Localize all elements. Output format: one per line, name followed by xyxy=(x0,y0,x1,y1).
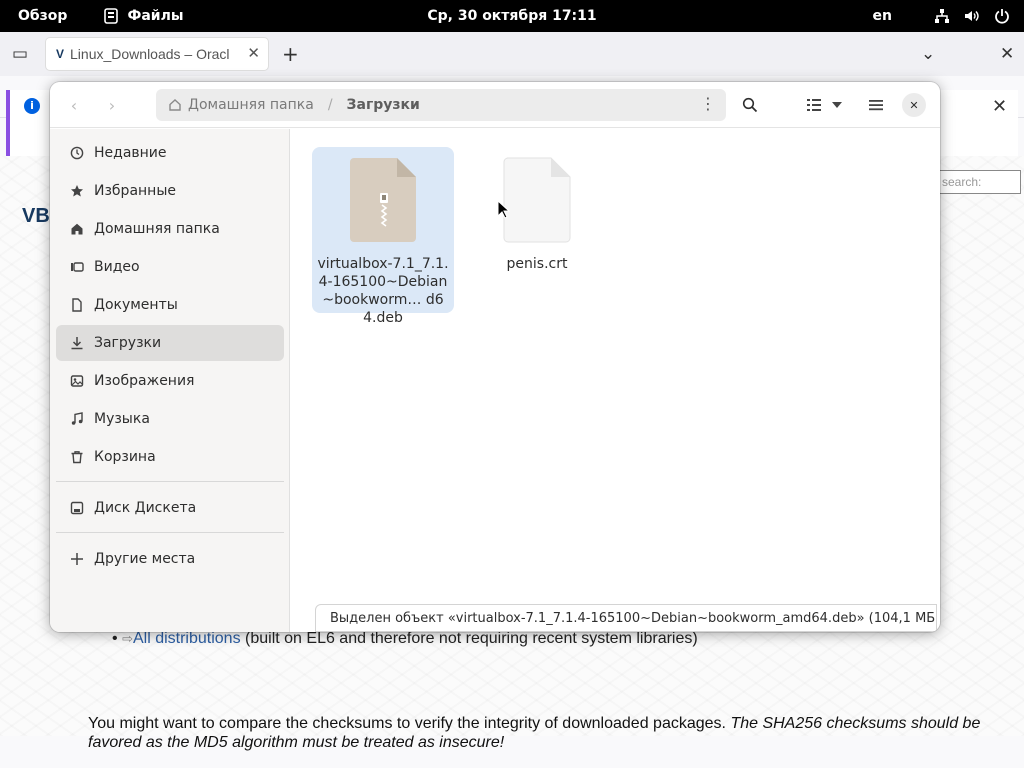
sidebar-item-music[interactable]: Музыка xyxy=(56,401,284,437)
distros-note: (built on EL6 and therefore not requirin… xyxy=(240,630,698,647)
sidebar-item-label: Корзина xyxy=(94,449,156,465)
path-menu-icon[interactable]: ⋮ xyxy=(700,96,716,112)
sidebar-item-videos[interactable]: Видео xyxy=(56,249,284,285)
nav-back-button[interactable]: ‹ xyxy=(60,91,88,119)
floppy-icon xyxy=(70,501,84,515)
list-view-icon xyxy=(807,99,821,111)
files-app-icon xyxy=(104,8,119,24)
file-name: penis.crt xyxy=(506,256,568,272)
main-menu-button[interactable] xyxy=(862,91,890,119)
sidebar-item-label: Диск Дискета xyxy=(94,500,197,516)
sidebar-item-other-locations[interactable]: Другие места xyxy=(56,541,284,577)
download-icon xyxy=(70,336,84,350)
path-current-button[interactable]: Загрузки xyxy=(347,97,420,113)
sidebar-item-label: Музыка xyxy=(94,411,150,427)
system-top-bar: Обзор Файлы Ср, 30 октября 17:11 en xyxy=(0,0,1024,32)
nav-forward-button[interactable]: › xyxy=(98,91,126,119)
plus-icon xyxy=(70,552,84,566)
sidebar-item-label: Документы xyxy=(94,297,178,313)
sidebar-item-recent[interactable]: Недавние xyxy=(56,135,284,171)
sidebar-item-label: Домашняя папка xyxy=(94,221,220,237)
power-icon[interactable] xyxy=(994,8,1010,24)
search-button[interactable] xyxy=(736,91,764,119)
path-bar: Домашняя папка / Загрузки ⋮ xyxy=(156,89,726,121)
path-home-label: Домашняя папка xyxy=(188,97,314,113)
browser-tab[interactable]: V Linux_Downloads – Oracle VM VirtualBox… xyxy=(46,38,268,70)
sidebar-item-label: Видео xyxy=(94,259,140,275)
file-view: virtualbox-7.1_7.1.4-165100~Debian~bookw… xyxy=(291,129,940,632)
sidebar-divider xyxy=(56,481,284,482)
chevron-down-icon xyxy=(832,102,842,108)
tab-strip: ▭ V Linux_Downloads – Oracle VM VirtualB… xyxy=(0,32,1024,76)
star-icon xyxy=(70,184,84,198)
sidebar-divider xyxy=(56,532,284,533)
external-link-icon: ⇨ xyxy=(122,631,133,646)
tab-overflow-icon[interactable]: ⌄ xyxy=(921,44,935,64)
search-icon xyxy=(742,97,758,113)
keyboard-layout-indicator[interactable]: en xyxy=(873,8,892,24)
all-distributions-link[interactable]: All distributions xyxy=(133,630,241,647)
image-icon xyxy=(70,374,84,388)
file-item-virtualbox-deb[interactable]: virtualbox-7.1_7.1.4-165100~Debian~bookw… xyxy=(312,147,454,326)
file-chooser-dialog: ‹ › Домашняя папка / Загрузки ⋮ ✕ Недавн xyxy=(50,82,940,632)
music-icon xyxy=(70,412,84,426)
sidebar-item-label: Другие места xyxy=(94,551,196,567)
file-icon xyxy=(503,157,571,243)
vbox-favicon-icon: V xyxy=(56,47,65,61)
activities-button[interactable]: Обзор xyxy=(18,8,67,24)
checksum-paragraph: You might want to compare the checksums … xyxy=(88,714,988,752)
view-mode-button[interactable] xyxy=(800,91,828,119)
path-separator: / xyxy=(327,97,333,113)
chevron-left-icon: ‹ xyxy=(70,95,78,115)
new-tab-icon[interactable]: + xyxy=(282,42,299,66)
trash-icon xyxy=(70,450,84,464)
path-home-button[interactable]: Домашняя папка xyxy=(168,97,314,113)
video-icon xyxy=(70,260,84,274)
places-sidebar: Недавние Избранные Домашняя папка Видео … xyxy=(50,129,290,632)
file-item-penis-crt[interactable]: penis.crt xyxy=(466,147,608,313)
site-search-input[interactable]: search: xyxy=(935,170,1021,194)
checksum-text: You might want to compare the checksums … xyxy=(88,715,731,732)
app-name: Файлы xyxy=(127,8,184,24)
distros-list-item: • ⇨All distributions (built on EL6 and t… xyxy=(112,630,698,648)
selection-status-bar: Выделен объект «virtualbox-7.1_7.1.4-165… xyxy=(315,604,937,632)
tab-list-icon[interactable]: ▭ xyxy=(12,44,28,64)
sidebar-item-starred[interactable]: Избранные xyxy=(56,173,284,209)
app-menu-button[interactable]: Файлы xyxy=(103,8,184,24)
tab-close-icon[interactable]: ✕ xyxy=(247,44,260,62)
close-icon: ✕ xyxy=(909,98,919,112)
dialog-header: ‹ › Домашняя папка / Загрузки ⋮ ✕ xyxy=(50,82,940,128)
document-icon xyxy=(70,298,84,312)
sidebar-item-home[interactable]: Домашняя папка xyxy=(56,211,284,247)
sidebar-item-floppy[interactable]: Диск Дискета xyxy=(56,490,284,526)
clock[interactable]: Ср, 30 октября 17:11 xyxy=(427,8,596,24)
sidebar-item-label: Загрузки xyxy=(94,335,162,351)
view-options-button[interactable] xyxy=(827,91,847,119)
archive-icon xyxy=(350,158,416,242)
bullet-icon: • xyxy=(112,630,118,647)
info-close-icon[interactable]: ✕ xyxy=(992,96,1007,117)
sidebar-item-pictures[interactable]: Изображения xyxy=(56,363,284,399)
sidebar-item-downloads[interactable]: Загрузки xyxy=(56,325,284,361)
network-icon[interactable] xyxy=(934,8,950,24)
site-logo[interactable]: VB xyxy=(22,205,50,228)
home-icon xyxy=(169,99,181,111)
sidebar-item-documents[interactable]: Документы xyxy=(56,287,284,323)
volume-icon[interactable] xyxy=(964,8,980,24)
mouse-cursor-icon xyxy=(497,200,511,219)
sidebar-item-label: Недавние xyxy=(94,145,167,161)
sidebar-item-trash[interactable]: Корзина xyxy=(56,439,284,475)
hamburger-icon xyxy=(869,100,883,111)
home-icon xyxy=(70,222,84,236)
sidebar-item-label: Изображения xyxy=(94,373,195,389)
clock-icon xyxy=(70,146,84,160)
chevron-right-icon: › xyxy=(108,95,116,115)
tab-title: Linux_Downloads – Oracle VM VirtualBox xyxy=(70,46,230,62)
window-close-icon[interactable]: ✕ xyxy=(1000,44,1014,64)
info-icon: i xyxy=(24,98,40,114)
dialog-close-button[interactable]: ✕ xyxy=(902,93,926,117)
file-name: virtualbox-7.1_7.1.4-165100~Debian~bookw… xyxy=(317,256,449,326)
sidebar-item-label: Избранные xyxy=(94,183,176,199)
